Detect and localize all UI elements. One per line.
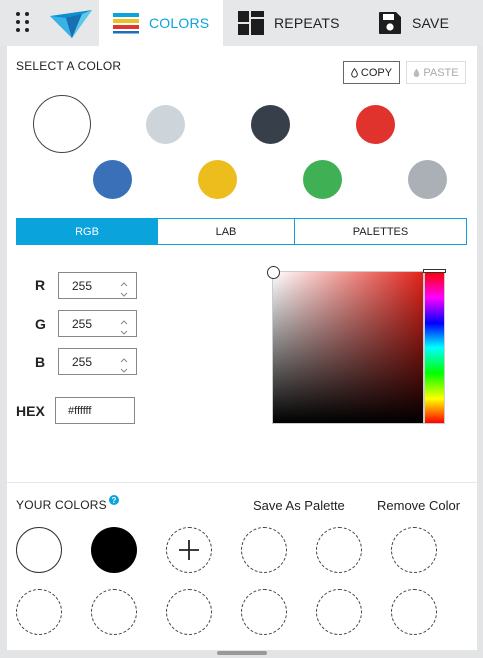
empty-color-slot[interactable] — [91, 589, 137, 635]
tab-lab[interactable]: LAB — [158, 219, 295, 244]
swatch-green[interactable] — [303, 160, 342, 199]
resize-grip[interactable] — [217, 651, 267, 655]
select-color-title: SELECT A COLOR — [16, 59, 122, 73]
tab-colors-label: COLORS — [149, 15, 210, 31]
save-disk-icon — [379, 12, 401, 34]
section-divider — [7, 482, 477, 483]
droplet-icon — [351, 67, 358, 78]
droplet-filled-icon — [414, 68, 420, 77]
empty-color-slot[interactable] — [16, 589, 62, 635]
paste-button[interactable]: PASTE — [406, 61, 466, 84]
tab-repeats[interactable]: REPEATS — [238, 0, 340, 46]
empty-color-slot[interactable] — [166, 589, 212, 635]
paste-label: PASTE — [423, 66, 459, 79]
tab-save-label: SAVE — [412, 15, 450, 31]
your-colors-title: YOUR COLORS — [16, 498, 107, 512]
hue-slider[interactable] — [424, 271, 445, 424]
swatch-gray[interactable] — [408, 160, 447, 199]
r-decrement-arrow-icon[interactable] — [117, 286, 131, 297]
drag-handle-icon[interactable] — [16, 12, 34, 34]
tab-palettes[interactable]: PALETTES — [295, 219, 466, 244]
top-bar: COLORS REPEATS SAVE — [0, 0, 483, 46]
swatch-blue[interactable] — [93, 160, 132, 199]
add-color-button[interactable] — [166, 527, 212, 573]
swatch-red[interactable] — [356, 105, 395, 144]
g-input[interactable] — [59, 311, 115, 336]
saturation-value-picker[interactable] — [272, 271, 424, 424]
copy-label: COPY — [360, 66, 393, 79]
g-stepper — [58, 310, 137, 337]
user-color-black[interactable] — [91, 527, 137, 573]
hex-label: HEX — [16, 403, 45, 419]
swatch-white[interactable] — [33, 95, 91, 153]
tab-colors[interactable]: COLORS — [99, 0, 223, 46]
hue-slider-handle[interactable] — [423, 269, 446, 273]
swatch-charcoal[interactable] — [251, 105, 290, 144]
empty-color-slot[interactable] — [316, 589, 362, 635]
tab-rgb[interactable]: RGB — [17, 219, 158, 244]
colors-panel: SELECT A COLOR COPY PASTE RGB LAB PALETT… — [7, 46, 477, 650]
b-increment-arrow-icon[interactable] — [117, 352, 131, 363]
hex-input[interactable] — [55, 397, 135, 424]
g-decrement-arrow-icon[interactable] — [117, 324, 131, 335]
swatch-yellow[interactable] — [198, 160, 237, 199]
user-color-white[interactable] — [16, 527, 62, 573]
b-decrement-arrow-icon[interactable] — [117, 362, 131, 373]
empty-color-slot[interactable] — [391, 589, 437, 635]
r-label: R — [35, 277, 46, 293]
b-label: B — [35, 354, 46, 370]
tab-save[interactable]: SAVE — [378, 0, 449, 46]
empty-color-slot[interactable] — [316, 527, 362, 573]
g-label: G — [35, 316, 46, 332]
empty-color-slot[interactable] — [241, 527, 287, 573]
color-mode-tabs: RGB LAB PALETTES — [16, 218, 467, 245]
empty-color-slot[interactable] — [241, 589, 287, 635]
copy-button[interactable]: COPY — [343, 61, 400, 84]
empty-color-slot[interactable] — [391, 527, 437, 573]
b-input[interactable] — [59, 349, 115, 374]
g-increment-arrow-icon[interactable] — [117, 314, 131, 325]
b-stepper — [58, 348, 137, 375]
remove-color-button[interactable]: Remove Color — [377, 498, 460, 513]
question-icon[interactable]: ? — [109, 495, 119, 505]
picker-handle[interactable] — [267, 266, 280, 279]
r-increment-arrow-icon[interactable] — [117, 276, 131, 287]
swatch-light-gray[interactable] — [146, 105, 185, 144]
save-as-palette-button[interactable]: Save As Palette — [253, 498, 345, 513]
colors-stripes-icon — [113, 13, 139, 34]
r-stepper — [58, 272, 137, 299]
r-input[interactable] — [59, 273, 115, 298]
tab-repeats-label: REPEATS — [274, 15, 340, 31]
app-logo — [50, 10, 92, 38]
plus-icon — [179, 540, 199, 560]
repeats-grid-icon — [238, 11, 264, 35]
